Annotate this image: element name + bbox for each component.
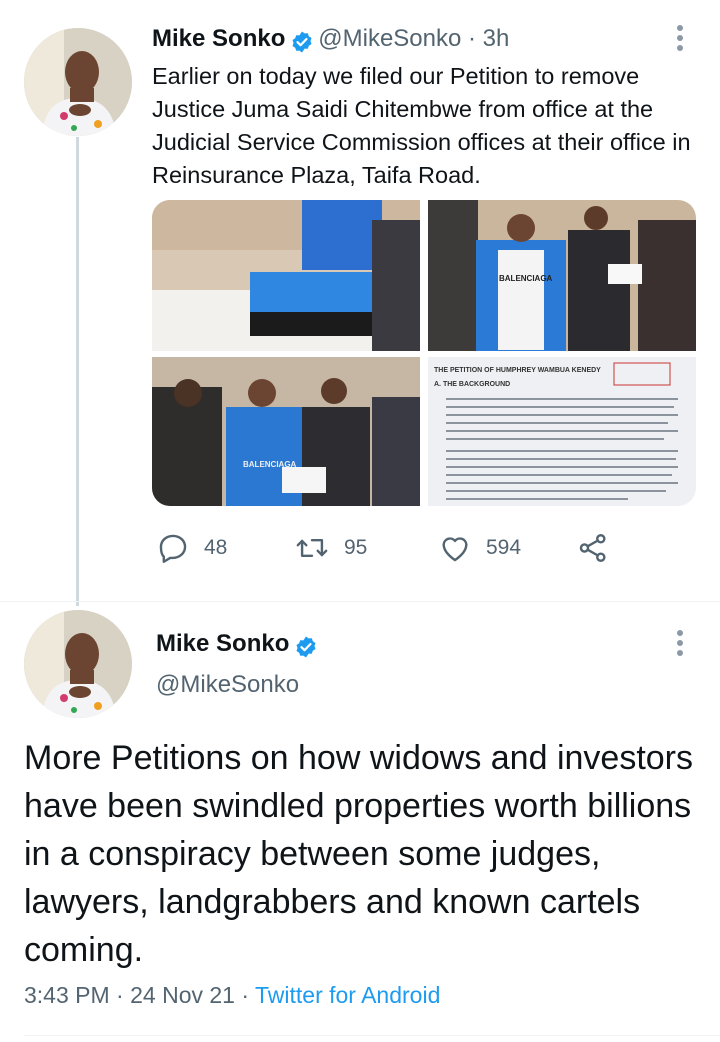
author-name[interactable]: Mike Sonko xyxy=(152,25,285,52)
tweet1-header: Mike Sonko @MikeSonko · 3h xyxy=(152,25,509,54)
share-button[interactable] xyxy=(576,528,624,568)
document-lines xyxy=(446,362,678,500)
balenciaga-text-2: BALENCIAGA xyxy=(243,460,297,469)
avatar[interactable] xyxy=(24,28,132,136)
tweet2-text: More Petitions on how widows and investo… xyxy=(24,739,693,969)
handle-and-time[interactable]: @MikeSonko · 3h xyxy=(318,25,509,52)
tweet-divider xyxy=(0,601,720,602)
tweet1-actions: 48 95 594 xyxy=(152,528,622,568)
more-options-icon[interactable] xyxy=(677,630,683,660)
tweet1-text: Earlier on today we filed our Petition t… xyxy=(152,63,691,188)
share-icon xyxy=(579,534,606,562)
reply-count: 48 xyxy=(204,536,228,559)
avatar[interactable] xyxy=(24,610,132,718)
tweet2-author: Mike Sonko xyxy=(156,630,318,659)
thread-connector-line xyxy=(76,137,79,606)
retweet-icon xyxy=(296,539,328,557)
author-handle[interactable]: @MikeSonko xyxy=(156,671,299,699)
like-button[interactable]: 594 xyxy=(438,528,521,568)
bottom-divider xyxy=(24,1035,720,1036)
reply-icon xyxy=(159,534,187,563)
media-photo-2[interactable]: BALENCIAGA xyxy=(428,200,696,351)
reply-button[interactable]: 48 xyxy=(156,528,227,568)
media-photo-4-document[interactable]: THE PETITION OF HUMPHREY WAMBUA KENEDY A… xyxy=(428,357,696,506)
media-photo-3[interactable]: BALENCIAGA xyxy=(152,357,420,506)
like-icon xyxy=(442,537,468,562)
tweet1-media-grid[interactable]: BALENCIAGA BALENCIAGA THE PETITION OF HU… xyxy=(152,200,696,506)
retweet-count: 95 xyxy=(344,536,368,559)
tweet-time[interactable]: 3:43 PM xyxy=(24,982,110,1008)
verified-badge-icon xyxy=(290,30,314,54)
balenciaga-text-1: BALENCIAGA xyxy=(499,274,553,283)
tweet-date[interactable]: 24 Nov 21 xyxy=(130,982,235,1008)
like-count: 594 xyxy=(486,536,522,559)
tweet-source-link[interactable]: Twitter for Android xyxy=(255,982,440,1008)
media-photo-1[interactable] xyxy=(152,200,420,351)
author-name[interactable]: Mike Sonko xyxy=(156,630,289,657)
retweet-button[interactable]: 95 xyxy=(294,528,367,568)
tweet2-meta: 3:43 PM · 24 Nov 21 · Twitter for Androi… xyxy=(24,982,441,1008)
more-options-icon[interactable] xyxy=(677,25,683,55)
verified-badge-icon xyxy=(294,635,318,659)
